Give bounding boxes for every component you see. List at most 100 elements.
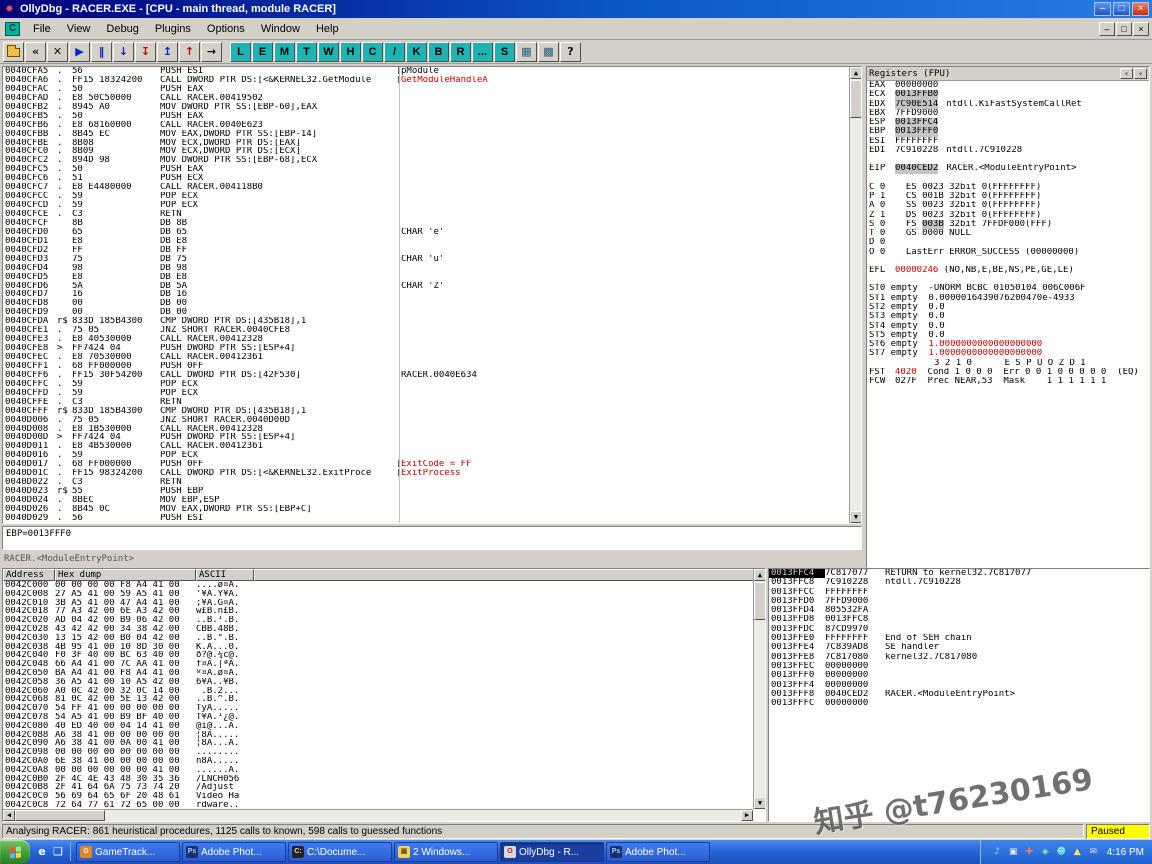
open-file-button[interactable] — [3, 42, 24, 62]
window-letter-button[interactable]: S — [494, 42, 515, 62]
tray-icon[interactable]: ◈ — [1039, 846, 1052, 859]
disasm-row[interactable]: 0040D008 . E8 1B530000 CALL RACER.004123… — [3, 425, 861, 434]
flag-row[interactable]: C 0 ES 0023 32bit 0(FFFFFFFF) — [867, 183, 1149, 192]
cpu-window-icon[interactable]: C — [5, 22, 20, 36]
disasm-row[interactable]: 0040D026 . 8B45 0C MOV EAX,DWORD PTR SS:… — [3, 505, 861, 514]
disasm-row[interactable]: 0040D029 . 56 PUSH ESI — [3, 514, 861, 523]
fpu-register-row[interactable]: ST2 empty 0.0 — [867, 303, 1149, 312]
toolbar-button[interactable]: ↥ — [157, 42, 178, 62]
stack-row[interactable]: 0013FFEC 00000000 — [769, 662, 1149, 671]
fpu-register-row[interactable]: ST0 empty -UNORM BCBC 01050104 006C006F — [867, 284, 1149, 293]
stack-row[interactable]: 0013FFD8 0013FFC8 — [769, 615, 1149, 624]
menu-item[interactable]: Help — [308, 19, 347, 39]
scroll-up-icon[interactable]: ▲ — [754, 569, 766, 581]
disasm-row[interactable]: 0040CFC5 . 50 PUSH EAX — [3, 165, 861, 174]
disasm-row[interactable]: 0040CFF1 . 68 FF000000 PUSH 0FF — [3, 362, 861, 371]
register-row[interactable]: EDI 7C910228 ntdll.7C910228 — [867, 146, 1149, 155]
fst-row[interactable]: FST 4020 Cond 1 0 0 0 Err 0 0 1 0 0 0 0 … — [867, 368, 1149, 377]
disasm-row[interactable]: 0040CFD2 FF DB FF — [3, 246, 861, 255]
stack-row[interactable]: 0013FFE0 FFFFFFFF End of SEH chain — [769, 634, 1149, 643]
disasm-row[interactable]: 0040CFE8 > FF7424 04 PUSH DWORD PTR SS:[… — [3, 344, 861, 353]
fpu-register-row[interactable]: ST4 empty 0.0 — [867, 322, 1149, 331]
dump-row[interactable]: 0042C000 00 00 00 00 F8 A4 41 00 ....ø¤A… — [3, 581, 765, 590]
window-letter-button[interactable]: C — [362, 42, 383, 62]
toolbar-button[interactable]: ▶ — [69, 42, 90, 62]
minimize-button[interactable]: – — [1094, 2, 1111, 16]
disasm-row[interactable]: 0040D017 . 68 FF000000 PUSH 0FF [ ExitCo… — [3, 460, 861, 469]
stack-row[interactable]: 0013FFF0 00000000 — [769, 671, 1149, 680]
dump-row[interactable]: 0042C040 F0 3F 40 00 BC 63 40 00 ð?@.¼c@… — [3, 651, 765, 660]
disasm-row[interactable]: 0040CFF6 . FF15 30F54200 CALL DWORD PTR … — [3, 371, 861, 380]
disasm-row[interactable]: 0040CFB6 . E8 68160000 CALL RACER.0040E6… — [3, 121, 861, 130]
dump-row[interactable]: 0042C0A0 6E 38 41 00 00 00 00 00 n8A....… — [3, 757, 765, 766]
window-letter-button[interactable]: / — [384, 42, 405, 62]
disasm-row[interactable]: 0040CFC0 . 8B09 MOV ECX,DWORD PTR DS:[EC… — [3, 147, 861, 156]
dump-row[interactable]: 0042C0A8 00 00 00 00 00 00 41 00 ......A… — [3, 766, 765, 775]
dump-row[interactable]: 0042C060 A0 0C 42 00 32 0C 14 00 .B.2... — [3, 687, 765, 696]
disasm-row[interactable]: 0040CFE3 . E8 40530000 CALL RACER.004123… — [3, 335, 861, 344]
disasm-row[interactable]: 0040D022 . C3 RETN — [3, 478, 861, 487]
menu-item[interactable]: View — [59, 19, 99, 39]
disasm-row[interactable]: 0040CFAC . 50 PUSH EAX — [3, 85, 861, 94]
info-pane[interactable]: EBP=0013FFF0 — [2, 526, 862, 550]
dump-header-address[interactable]: Address — [3, 569, 55, 581]
scroll-thumb[interactable] — [15, 810, 105, 821]
window-letter-button[interactable]: L — [230, 42, 251, 62]
dump-row[interactable]: 0042C048 66 A4 41 00 7C AA 41 00 f¤A.|ªA… — [3, 660, 765, 669]
flag-row[interactable]: S 0 FS 003B 32bit 7FFDF000(FFF) — [867, 220, 1149, 229]
disasm-row[interactable]: 0040CFCD . 59 POP ECX — [3, 201, 861, 210]
tray-icon[interactable]: ♪ — [991, 846, 1004, 859]
scroll-down-icon[interactable]: ▼ — [754, 797, 766, 809]
dump-row[interactable]: 0042C030 13 15 42 00 B0 04 42 00 ..B.°.B… — [3, 634, 765, 643]
window-letter-button[interactable]: B — [428, 42, 449, 62]
flag-row[interactable]: T 0 GS 0000 NULL — [867, 229, 1149, 238]
dump-row[interactable]: 0042C080 40 ED 40 00 04 14 41 00 @í@...A… — [3, 722, 765, 731]
stack-row[interactable]: 0013FFF8 0040CED2 RACER.<ModuleEntryPoin… — [769, 690, 1149, 699]
fpu-register-row[interactable]: ST3 empty 0.0 — [867, 312, 1149, 321]
taskbar-task-button[interactable]: O OllyDbg - R... — [500, 842, 604, 862]
taskbar-task-button[interactable]: Ps Adobe Phot... — [606, 842, 710, 862]
taskbar-clock[interactable]: 4:16 PM — [1107, 847, 1144, 858]
fpu-register-row[interactable]: ST1 empty 0.0000016439076200470e-4933 — [867, 294, 1149, 303]
disasm-row[interactable]: 0040D023 r$ 55 PUSH EBP — [3, 487, 861, 496]
scroll-left-icon[interactable]: ◀ — [3, 810, 15, 821]
fpu-register-row[interactable]: ST5 empty 0.0 — [867, 331, 1149, 340]
window-letter-button[interactable]: E — [252, 42, 273, 62]
window-letter-button[interactable]: ... — [472, 42, 493, 62]
disasm-row[interactable]: 0040CFB5 . 50 PUSH EAX — [3, 112, 861, 121]
toolbar-button[interactable]: ✕ — [47, 42, 68, 62]
disasm-row[interactable]: 0040D024 . 8BEC MOV EBP,ESP — [3, 496, 861, 505]
dump-row[interactable]: 0042C058 36 A5 41 00 10 A5 42 00 6¥A..¥B… — [3, 678, 765, 687]
menu-item[interactable]: File — [25, 19, 59, 39]
disasm-row[interactable]: 0040CFE1 . 75 05 JNZ SHORT RACER.0040CFE… — [3, 326, 861, 335]
flag-row[interactable]: D 0 — [867, 238, 1149, 247]
maximize-button[interactable]: □ — [1113, 2, 1130, 16]
flag-row[interactable]: Z 1 DS 0023 32bit 0(FFFFFFFF) — [867, 211, 1149, 220]
scroll-down-icon[interactable]: ▼ — [850, 511, 862, 523]
dump-header-hex[interactable]: Hex dump — [55, 569, 196, 581]
mdi-close-button[interactable]: × — [1133, 22, 1149, 36]
register-row[interactable]: ECX 0013FFB0 — [867, 90, 1149, 99]
dump-row[interactable]: 0042C0C0 56 69 64 65 6F 20 48 61 Video H… — [3, 792, 765, 801]
toolbar-button[interactable]: ? — [560, 42, 581, 62]
disasm-row[interactable]: 0040D01C . FF15 98324200 CALL DWORD PTR … — [3, 469, 861, 478]
menu-item[interactable]: Debug — [98, 19, 146, 39]
disasm-row[interactable]: 0040CFCC . 59 POP ECX — [3, 192, 861, 201]
window-letter-button[interactable]: M — [274, 42, 295, 62]
disasm-row[interactable]: 0040CFDA r$ 833D 185B4300 CMP DWORD PTR … — [3, 317, 861, 326]
register-row[interactable]: EBX 7FFD9000 — [867, 109, 1149, 118]
dump-header-ascii[interactable]: ASCII — [196, 569, 254, 581]
dump-row[interactable]: 0042C090 A6 38 41 00 0A 00 41 00 ¦8A...A… — [3, 739, 765, 748]
disasm-row[interactable]: 0040CFD7 16 DB 16 — [3, 290, 861, 299]
dump-row[interactable]: 0042C028 43 42 42 00 34 38 42 00 CBB.48B… — [3, 625, 765, 634]
disasm-row[interactable]: 0040CFD0 65 DB 65 CHAR 'e' — [3, 228, 861, 237]
stack-row[interactable]: 0013FFDC 87CD9970 — [769, 625, 1149, 634]
taskbar-task-button[interactable]: Ps Adobe Phot... — [182, 842, 286, 862]
disasm-row[interactable]: 0040CFC6 . 51 PUSH ECX — [3, 174, 861, 183]
taskbar-task-button[interactable]: C: C:\Docume... — [288, 842, 392, 862]
scroll-thumb[interactable] — [754, 582, 766, 620]
disasm-row[interactable]: 0040CFD3 75 DB 75 CHAR 'u' — [3, 255, 861, 264]
dump-row[interactable]: 0042C010 3B A5 41 00 47 A4 41 00 ;¥A.G¤A… — [3, 599, 765, 608]
stack-row[interactable]: 0013FFE4 7C839AD8 SE handler — [769, 643, 1149, 652]
disasm-row[interactable]: 0040D00D > FF7424 04 PUSH DWORD PTR SS:[… — [3, 433, 861, 442]
